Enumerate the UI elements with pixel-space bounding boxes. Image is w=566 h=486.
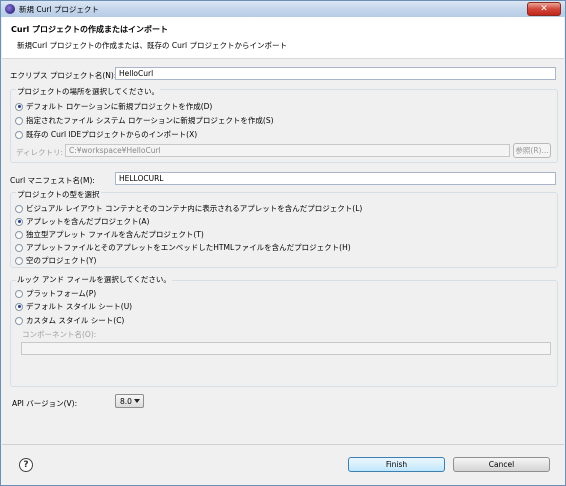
eclipse-project-name-input[interactable]: HelloCurl: [115, 67, 556, 80]
manifest-name-label: Curl マニフェスト名(M):: [10, 176, 95, 185]
location-filesystem-radio[interactable]: 指定されたファイル システム ロケーションに新規プロジェクトを作成(S): [15, 115, 274, 126]
radio-indicator: [15, 243, 23, 252]
radio-label: 既存の Curl IDEプロジェクトからのインポート(X): [26, 130, 198, 139]
radio-indicator: [15, 102, 23, 111]
radio-indicator: [15, 116, 23, 125]
radio-label: デフォルト ロケーションに新規プロジェクトを作成(D): [26, 102, 213, 111]
finish-button[interactable]: Finish: [348, 457, 445, 472]
radio-label: アプレットファイルとそのアプレットをエンベッドしたHTMLファイルを含んだプロジ…: [26, 243, 351, 252]
radio-label: ビジュアル レイアウト コンテナとそのコンテナ内に表示されるアプレットを含んだプ…: [26, 204, 363, 213]
project-type-group-title: プロジェクトの型を選択: [16, 189, 101, 200]
type-applet-html-radio[interactable]: アプレットファイルとそのアプレットをエンベッドしたHTMLファイルを含んだプロジ…: [15, 242, 351, 253]
browse-button[interactable]: 参照(R)...: [513, 143, 551, 158]
radio-indicator: [15, 230, 23, 239]
type-standalone-applet-radio[interactable]: 独立型アプレット ファイルを含んだプロジェクト(T): [15, 229, 204, 240]
api-version-value: 8.0: [120, 396, 132, 406]
look-platform-radio[interactable]: プラットフォーム(P): [15, 288, 96, 299]
look-feel-group-title: ルック アンド フィールを選択してください。: [16, 274, 172, 285]
radio-indicator: [15, 302, 23, 311]
dialog-window: 新規 Curl プロジェクト ✕ Curl プロジェクトの作成またはインポート …: [0, 0, 566, 486]
title-bar: 新規 Curl プロジェクト ✕: [1, 1, 565, 17]
radio-indicator: [15, 204, 23, 213]
radio-label: アプレットを含んだプロジェクト(A): [26, 217, 150, 226]
directory-label: ディレクトリ:: [16, 148, 64, 157]
radio-indicator: [15, 217, 23, 226]
cancel-button[interactable]: Cancel: [453, 457, 550, 472]
radio-indicator: [15, 316, 23, 325]
manifest-name-input[interactable]: HELLOCURL: [115, 172, 556, 185]
component-name-label: コンポーネント名(O):: [22, 330, 97, 339]
directory-input[interactable]: C:¥workspace¥HelloCurl: [65, 144, 510, 157]
type-applet-radio[interactable]: アプレットを含んだプロジェクト(A): [15, 216, 149, 227]
look-default-stylesheet-radio[interactable]: デフォルト スタイル シート(U): [15, 301, 132, 312]
radio-label: デフォルト スタイル シート(U): [26, 302, 133, 311]
api-version-select[interactable]: 8.0: [115, 394, 144, 408]
location-import-radio[interactable]: 既存の Curl IDEプロジェクトからのインポート(X): [15, 129, 197, 140]
radio-label: カスタム スタイル シート(C): [26, 316, 125, 325]
type-empty-radio[interactable]: 空のプロジェクト(Y): [15, 255, 96, 266]
eclipse-project-name-label: エクリプス プロジェクト名(N):: [10, 71, 117, 80]
chevron-down-icon: [134, 399, 140, 403]
radio-label: 指定されたファイル システム ロケーションに新規プロジェクトを作成(S): [26, 116, 274, 125]
radio-indicator: [15, 289, 23, 298]
component-name-input[interactable]: [21, 342, 551, 355]
radio-label: プラットフォーム(P): [26, 289, 97, 298]
help-icon[interactable]: ?: [19, 458, 33, 472]
window-title: 新規 Curl プロジェクト: [19, 4, 99, 14]
radio-label: 空のプロジェクト(Y): [26, 256, 97, 265]
page-description: 新規Curl プロジェクトの作成または、既存の Curl プロジェクトからインポ…: [17, 41, 287, 50]
location-group-title: プロジェクトの場所を選択してください。: [16, 86, 161, 97]
location-default-radio[interactable]: デフォルト ロケーションに新規プロジェクトを作成(D): [15, 101, 212, 112]
eclipse-app-icon: [5, 4, 15, 14]
page-title: Curl プロジェクトの作成またはインポート: [11, 25, 169, 34]
wizard-header: Curl プロジェクトの作成またはインポート 新規Curl プロジェクトの作成ま…: [2, 17, 564, 59]
api-version-label: API バージョン(V):: [12, 399, 78, 408]
close-button[interactable]: ✕: [527, 2, 561, 16]
look-custom-stylesheet-radio[interactable]: カスタム スタイル シート(C): [15, 315, 124, 326]
type-visual-layout-radio[interactable]: ビジュアル レイアウト コンテナとそのコンテナ内に表示されるアプレットを含んだプ…: [15, 203, 362, 214]
radio-indicator: [15, 130, 23, 139]
radio-indicator: [15, 256, 23, 265]
radio-label: 独立型アプレット ファイルを含んだプロジェクト(T): [26, 230, 204, 239]
footer-divider: [2, 444, 564, 445]
